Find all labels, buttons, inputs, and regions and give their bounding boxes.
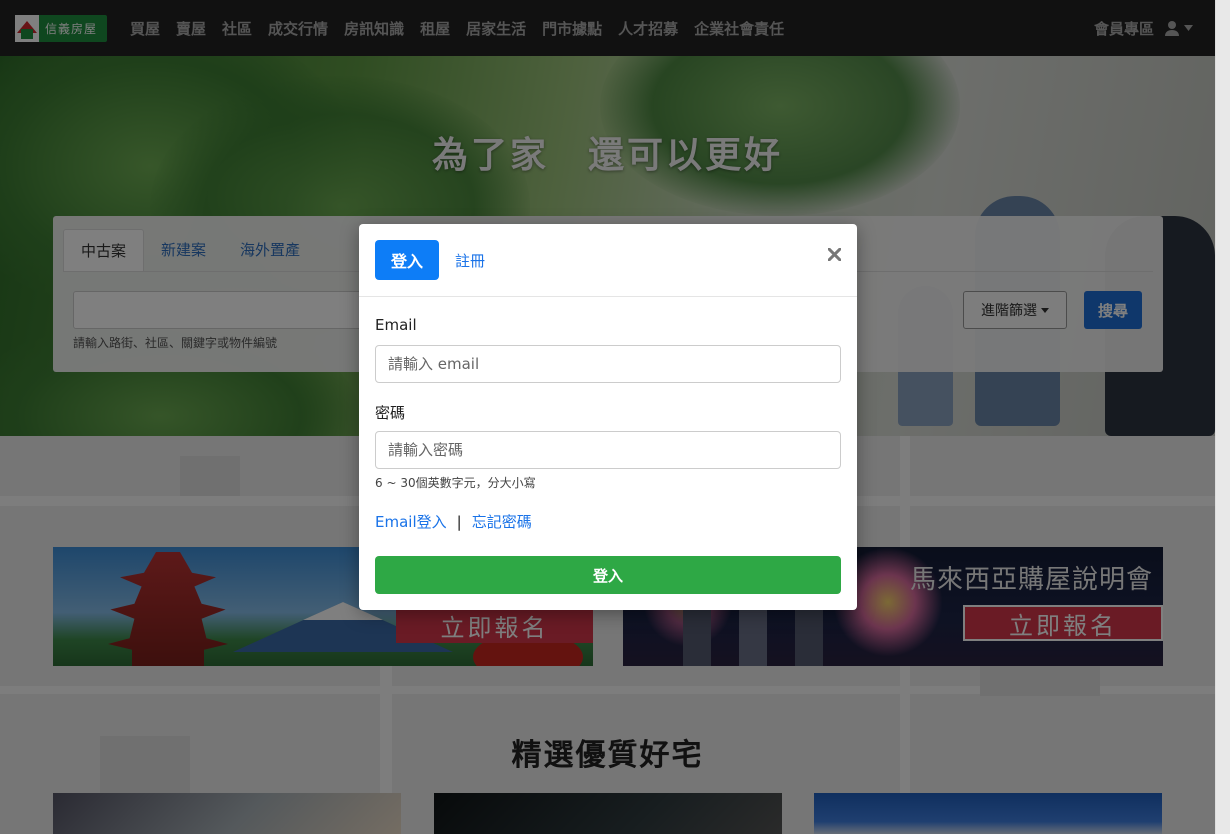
email-label: Email [375, 316, 417, 334]
email-login-link[interactable]: Email登入 [375, 511, 447, 532]
login-modal: 登入 註冊 Email 密碼 6 ~ 30個英數字元，分大小寫 Email登入 … [359, 224, 857, 610]
modal-header: 登入 註冊 [359, 224, 857, 297]
tab-login[interactable]: 登入 [375, 240, 439, 280]
auth-links: Email登入 | 忘記密碼 [375, 511, 532, 532]
password-label: 密碼 [375, 404, 406, 422]
page-scrollbar[interactable] [1215, 0, 1230, 834]
close-icon [827, 247, 842, 262]
login-submit-button[interactable]: 登入 [375, 556, 841, 594]
forgot-password-link[interactable]: 忘記密碼 [472, 511, 532, 532]
email-field[interactable] [375, 345, 841, 383]
password-hint: 6 ~ 30個英數字元，分大小寫 [375, 476, 536, 490]
modal-close-button[interactable] [827, 242, 842, 267]
link-separator: | [456, 512, 462, 531]
password-field[interactable] [375, 431, 841, 469]
tab-register[interactable]: 註冊 [455, 250, 485, 271]
